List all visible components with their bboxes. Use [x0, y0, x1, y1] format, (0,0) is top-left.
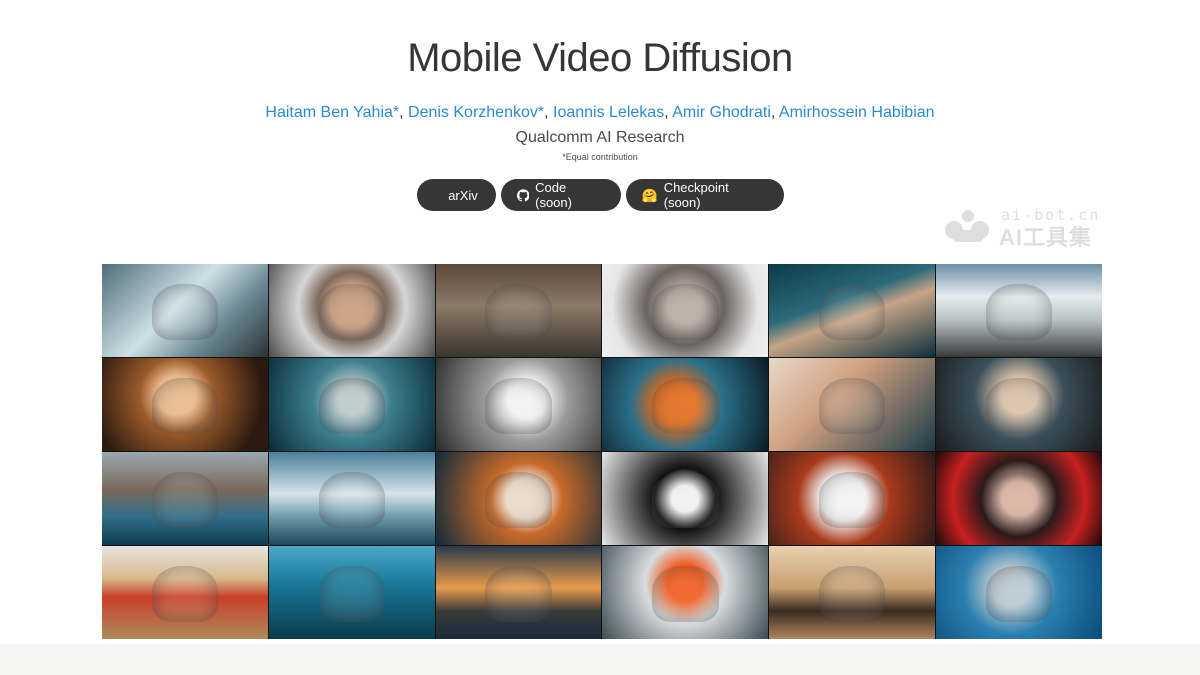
author-link[interactable]: Haitam Ben Yahia* — [265, 104, 399, 121]
tile-fish — [769, 264, 936, 357]
tile-candle-woman — [435, 452, 602, 545]
tile-train — [936, 264, 1102, 357]
ship-image — [485, 566, 552, 623]
portrait-image — [985, 472, 1053, 529]
tile-woman-veil — [268, 264, 435, 357]
checkpoint-label: Checkpoint (soon) — [663, 180, 729, 210]
portrait-image — [985, 378, 1053, 435]
tile-red-woman — [936, 452, 1102, 545]
tile-ship — [435, 546, 602, 639]
watermark-brand: AI工具集 — [999, 225, 1093, 250]
portrait-image — [485, 472, 552, 529]
portrait-image — [819, 378, 886, 435]
panda-image — [485, 284, 552, 341]
tile-chair — [268, 358, 435, 451]
tile-red-car — [102, 546, 268, 639]
author-separator: , — [544, 104, 553, 121]
spider-image — [652, 284, 719, 341]
author-separator: , — [399, 104, 409, 121]
author-separator: , — [770, 104, 779, 121]
dolphin-image — [985, 566, 1053, 623]
tile-coast — [102, 452, 268, 545]
author-link[interactable]: Amir Ghodrati — [672, 104, 771, 121]
code-label: Code (soon) — [535, 180, 572, 210]
arxiv-label: arXiv — [448, 187, 478, 203]
horse-image — [819, 472, 886, 529]
portrait-image — [318, 284, 385, 341]
tile-dragon — [602, 358, 769, 451]
watermark-logo-icon — [945, 210, 989, 242]
tile-curly-woman — [102, 358, 268, 451]
tile-horse — [769, 452, 936, 545]
explosion-image — [485, 378, 552, 435]
github-icon — [516, 188, 530, 201]
coast-image — [151, 472, 219, 529]
video-gallery — [102, 264, 1102, 639]
hugging-face-icon: 🤗 — [641, 187, 658, 203]
tile-hooded-woman — [936, 358, 1102, 451]
page-title: Mobile Video Diffusion — [407, 36, 793, 80]
equal-contribution-note: *Equal contribution — [562, 152, 638, 162]
code-button[interactable]: Code (soon) — [500, 179, 621, 211]
tile-waves — [268, 452, 435, 545]
underwater-image — [318, 566, 385, 623]
portrait-image — [151, 378, 219, 435]
tile-cowboy — [769, 546, 936, 639]
waterfall-image — [151, 284, 219, 341]
tile-astronaut — [602, 452, 769, 545]
tile-pandas — [435, 264, 602, 357]
arxiv-button[interactable]: arXiv — [416, 179, 496, 211]
author-link[interactable]: Ioannis Lelekas — [553, 104, 664, 121]
tile-explosion — [435, 358, 602, 451]
dragon-image — [652, 378, 719, 435]
author-link[interactable]: Amirhossein Habibian — [779, 104, 935, 121]
watermark: ai-bot.cn AI工具集 — [942, 206, 1102, 250]
astronaut-image — [652, 472, 719, 529]
car-image — [151, 566, 219, 623]
tile-spider — [602, 264, 769, 357]
cowboy-image — [819, 566, 886, 623]
tile-cyborg-woman — [769, 358, 936, 451]
tile-underwater — [268, 546, 435, 639]
checkpoint-button[interactable]: 🤗 Checkpoint (soon) — [625, 179, 784, 211]
tile-waterfall — [102, 264, 268, 357]
author-separator: , — [664, 104, 673, 121]
fish-image — [819, 284, 886, 341]
train-image — [985, 284, 1053, 341]
footer-band — [0, 644, 1200, 675]
affiliation: Qualcomm AI Research — [515, 129, 685, 146]
tile-burning-ruins — [602, 546, 769, 639]
author-link[interactable]: Denis Korzhenkov* — [408, 104, 544, 121]
fire-image — [652, 566, 719, 623]
waves-image — [318, 472, 385, 529]
author-list: Haitam Ben Yahia*, Denis Korzhenkov*, Io… — [0, 104, 1200, 122]
chair-image — [318, 378, 385, 435]
tile-dolphin — [936, 546, 1102, 639]
